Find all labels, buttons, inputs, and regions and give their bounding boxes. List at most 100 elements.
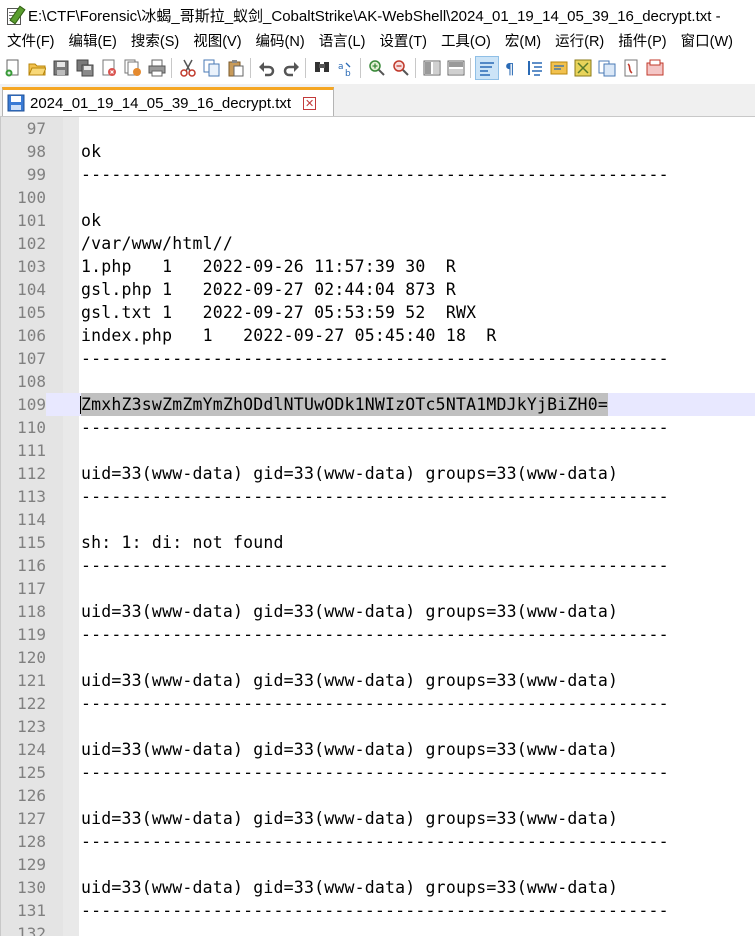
macro-playback-icon[interactable] — [644, 57, 666, 79]
line-text[interactable]: uid=33(www-data) gid=33(www-data) groups… — [81, 876, 618, 899]
word-wrap-icon[interactable] — [475, 56, 499, 80]
cut-icon[interactable] — [177, 57, 199, 79]
line-text[interactable]: ----------------------------------------… — [81, 899, 669, 922]
zoom-out-icon[interactable] — [390, 57, 412, 79]
editor-pane[interactable]: 97 98 ok 99 --------------------------------… — [0, 117, 755, 936]
editor-line[interactable]: 117 — [1, 577, 755, 600]
macro-record-icon[interactable] — [620, 57, 642, 79]
editor-line[interactable]: 121 uid=33(www-data) gid=33(www-data) gro… — [1, 669, 755, 692]
line-text[interactable]: ----------------------------------------… — [81, 623, 669, 646]
line-text[interactable]: uid=33(www-data) gid=33(www-data) groups… — [81, 807, 618, 830]
editor-line[interactable]: 126 — [1, 784, 755, 807]
line-text[interactable]: uid=33(www-data) gid=33(www-data) groups… — [81, 738, 618, 761]
line-text[interactable]: uid=33(www-data) gid=33(www-data) groups… — [81, 600, 618, 623]
sync-vertical-icon[interactable] — [421, 57, 443, 79]
editor-line[interactable]: 101 ok — [1, 209, 755, 232]
editor-line[interactable]: 119 -------------------------------------… — [1, 623, 755, 646]
save-all-icon[interactable] — [74, 57, 96, 79]
editor-line[interactable]: 103 1.php 1 2022-09-26 11:57:39 30 R — [1, 255, 755, 278]
editor-line[interactable]: 99 --------------------------------------… — [1, 163, 755, 186]
line-text[interactable]: ----------------------------------------… — [81, 830, 669, 853]
menu-plugins[interactable]: 插件(P) — [611, 30, 673, 54]
line-text[interactable]: uid=33(www-data) gid=33(www-data) groups… — [81, 462, 618, 485]
menu-macro[interactable]: 宏(M) — [498, 30, 548, 54]
editor-line[interactable]: 109 ZmxhZ3swZmZmYmZhODdlNTUwODk1NWIzOTc5N… — [1, 393, 755, 416]
print-icon[interactable] — [146, 57, 168, 79]
close-all-icon[interactable] — [122, 57, 144, 79]
editor-line[interactable]: 111 — [1, 439, 755, 462]
function-list-icon[interactable] — [572, 57, 594, 79]
line-text[interactable]: ok — [81, 209, 101, 232]
line-text[interactable]: ----------------------------------------… — [81, 485, 669, 508]
editor-line[interactable]: 125 -------------------------------------… — [1, 761, 755, 784]
menu-search[interactable]: 搜索(S) — [124, 30, 186, 54]
line-text[interactable]: ----------------------------------------… — [81, 347, 669, 370]
undo-icon[interactable] — [256, 57, 278, 79]
menu-encoding[interactable]: 编码(N) — [249, 30, 312, 54]
tab-decrypt-txt[interactable]: 2024_01_19_14_05_39_16_decrypt.txt ✕ — [2, 87, 334, 116]
line-text[interactable]: ----------------------------------------… — [81, 692, 669, 715]
new-file-icon[interactable] — [2, 57, 24, 79]
doc-map-icon[interactable] — [548, 57, 570, 79]
line-text[interactable]: uid=33(www-data) gid=33(www-data) groups… — [81, 669, 618, 692]
editor-line[interactable]: 115 sh: 1: di: not found — [1, 531, 755, 554]
editor-line[interactable]: 107 -------------------------------------… — [1, 347, 755, 370]
paste-icon[interactable] — [225, 57, 247, 79]
find-icon[interactable] — [311, 57, 333, 79]
editor-line[interactable]: 114 — [1, 508, 755, 531]
editor-line[interactable]: 102/var/www/html// — [1, 232, 755, 255]
editor-line[interactable]: 110 -------------------------------------… — [1, 416, 755, 439]
editor-line[interactable]: 131 -------------------------------------… — [1, 899, 755, 922]
menu-run[interactable]: 运行(R) — [548, 30, 611, 54]
editor-line[interactable]: 112 uid=33(www-data) gid=33(www-data) gro… — [1, 462, 755, 485]
sync-horizontal-icon[interactable] — [445, 57, 467, 79]
editor-line[interactable]: 100 — [1, 186, 755, 209]
editor-line[interactable]: 104 gsl.php 1 2022-09-27 02:44:04 873 R — [1, 278, 755, 301]
editor-line[interactable]: 127 uid=33(www-data) gid=33(www-data) gro… — [1, 807, 755, 830]
editor-line[interactable]: 120 — [1, 646, 755, 669]
line-text[interactable]: gsl.txt 1 2022-09-27 05:53:59 52 RWX — [81, 301, 476, 324]
editor-line[interactable]: 108 — [1, 370, 755, 393]
editor-line[interactable]: 118 uid=33(www-data) gid=33(www-data) gro… — [1, 600, 755, 623]
editor-line[interactable]: 116 -------------------------------------… — [1, 554, 755, 577]
editor-line[interactable]: 130 uid=33(www-data) gid=33(www-data) gro… — [1, 876, 755, 899]
menu-tools[interactable]: 工具(O) — [434, 30, 498, 54]
menu-settings[interactable]: 设置(T) — [372, 30, 434, 54]
line-text[interactable]: ----------------------------------------… — [81, 416, 669, 439]
menu-file[interactable]: 文件(F) — [0, 30, 62, 54]
save-icon[interactable] — [50, 57, 72, 79]
editor-line[interactable]: 124 uid=33(www-data) gid=33(www-data) gro… — [1, 738, 755, 761]
editor-line[interactable]: 97 — [1, 117, 755, 140]
editor-line[interactable]: 129 — [1, 853, 755, 876]
menu-language[interactable]: 语言(L) — [312, 30, 373, 54]
editor-line[interactable]: 122 -------------------------------------… — [1, 692, 755, 715]
editor-line[interactable]: 105 gsl.txt 1 2022-09-27 05:53:59 52 RWX — [1, 301, 755, 324]
editor-line[interactable]: 128 -------------------------------------… — [1, 830, 755, 853]
folder-workspace-icon[interactable] — [596, 57, 618, 79]
replace-icon[interactable]: ab — [335, 57, 357, 79]
line-text[interactable]: ----------------------------------------… — [81, 554, 669, 577]
editor-line[interactable]: 98 ok — [1, 140, 755, 163]
line-text[interactable]: ok — [81, 140, 101, 163]
line-text[interactable]: gsl.php 1 2022-09-27 02:44:04 873 R — [81, 278, 456, 301]
redo-icon[interactable] — [280, 57, 302, 79]
copy-icon[interactable] — [201, 57, 223, 79]
line-text[interactable]: /var/www/html// — [81, 232, 233, 255]
close-icon[interactable] — [98, 57, 120, 79]
editor-line[interactable]: 132 — [1, 922, 755, 936]
show-all-chars-icon[interactable]: ¶ — [500, 57, 522, 79]
editor-line[interactable]: 123 — [1, 715, 755, 738]
zoom-in-icon[interactable] — [366, 57, 388, 79]
line-text[interactable]: ----------------------------------------… — [81, 761, 669, 784]
line-text[interactable]: 1.php 1 2022-09-26 11:57:39 30 R — [81, 255, 456, 278]
line-text[interactable]: ----------------------------------------… — [81, 163, 669, 186]
editor-line[interactable]: 106 index.php 1 2022-09-27 05:45:40 18 R — [1, 324, 755, 347]
line-text[interactable]: index.php 1 2022-09-27 05:45:40 18 R — [81, 324, 497, 347]
menu-edit[interactable]: 编辑(E) — [62, 30, 124, 54]
menu-view[interactable]: 视图(V) — [186, 30, 248, 54]
indent-guide-icon[interactable] — [524, 57, 546, 79]
line-text[interactable]: sh: 1: di: not found — [81, 531, 284, 554]
menu-window[interactable]: 窗口(W) — [674, 30, 740, 54]
selected-text[interactable]: ZmxhZ3swZmZmYmZhODdlNTUwODk1NWIzOTc5NTA1… — [81, 393, 608, 416]
editor-line[interactable]: 113 -------------------------------------… — [1, 485, 755, 508]
